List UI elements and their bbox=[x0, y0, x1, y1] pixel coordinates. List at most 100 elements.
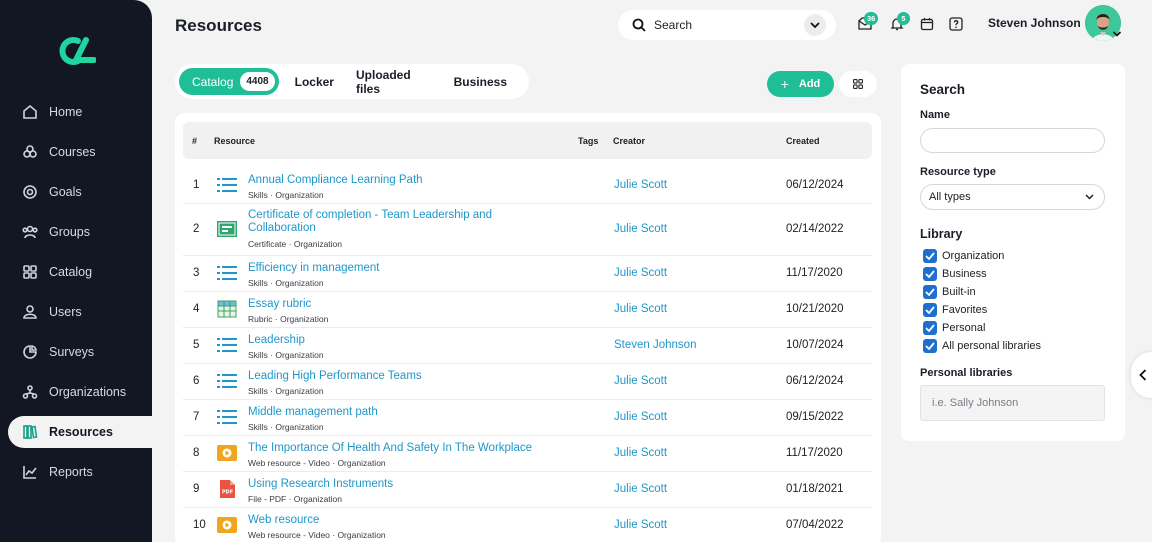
creator-link[interactable]: Julie Scott bbox=[614, 375, 667, 387]
name-field[interactable] bbox=[920, 128, 1105, 153]
checkbox-checked-icon[interactable] bbox=[923, 267, 937, 281]
sidebar-item-catalog[interactable]: Catalog bbox=[8, 256, 152, 288]
creator-link[interactable]: Julie Scott bbox=[614, 223, 667, 235]
resource-title-link[interactable]: The Importance Of Health And Safety In T… bbox=[248, 442, 538, 455]
checkbox-checked-icon[interactable] bbox=[923, 249, 937, 263]
help-icon[interactable] bbox=[948, 16, 964, 32]
row-number: 2 bbox=[193, 223, 200, 235]
sidebar-item-organizations[interactable]: Organizations bbox=[8, 376, 152, 408]
resource-title-link[interactable]: Middle management path bbox=[248, 406, 538, 419]
library-checkbox[interactable]: Built-in bbox=[923, 285, 976, 299]
resource-title-link[interactable]: Leading High Performance Teams bbox=[248, 370, 538, 383]
home-icon bbox=[23, 104, 37, 119]
library-checkbox[interactable]: All personal libraries bbox=[923, 339, 1041, 353]
reports-icon bbox=[23, 466, 37, 479]
tab-catalog[interactable]: Catalog 4408 bbox=[179, 68, 279, 95]
resource-meta: Skills · Organization bbox=[248, 386, 324, 396]
list-icon bbox=[216, 336, 238, 354]
table-row[interactable]: 10 Web resource Web resource - Video · Org… bbox=[183, 508, 872, 542]
row-number: 1 bbox=[193, 179, 200, 191]
resource-title-link[interactable]: Essay rubric bbox=[248, 298, 538, 311]
resource-title-link[interactable]: Leadership bbox=[248, 334, 538, 347]
resource-type-select[interactable]: All types bbox=[920, 184, 1105, 210]
certificate-icon bbox=[216, 220, 238, 238]
creator-link[interactable]: Julie Scott bbox=[614, 483, 667, 495]
sidebar-item-goals[interactable]: Goals bbox=[8, 176, 152, 208]
checkbox-checked-icon[interactable] bbox=[923, 303, 937, 317]
chevron-down-icon[interactable] bbox=[804, 14, 826, 36]
creator-link[interactable]: Julie Scott bbox=[614, 267, 667, 279]
sidebar-item-courses[interactable]: Courses bbox=[8, 136, 152, 168]
user-name[interactable]: Steven Johnson bbox=[988, 16, 1081, 30]
row-number: 7 bbox=[193, 411, 200, 423]
column-header-resource[interactable]: Resource bbox=[214, 136, 255, 146]
add-button-label: Add bbox=[798, 78, 821, 90]
table-row[interactable]: 2 Certificate of completion - Team Leader… bbox=[183, 204, 872, 256]
sidebar-item-users[interactable]: Users bbox=[8, 296, 152, 328]
library-checkbox[interactable]: Organization bbox=[923, 249, 1004, 263]
column-header-created[interactable]: Created bbox=[786, 136, 820, 146]
plus-icon: + bbox=[780, 76, 789, 92]
add-button[interactable]: + Add bbox=[767, 71, 834, 97]
resource-meta: Skills · Organization bbox=[248, 422, 324, 432]
column-header-tags[interactable]: Tags bbox=[578, 136, 598, 146]
grid-view-button[interactable] bbox=[839, 71, 877, 97]
library-checkbox-label: Business bbox=[942, 268, 987, 280]
resources-icon bbox=[23, 425, 38, 439]
sidebar-item-groups[interactable]: Groups bbox=[8, 216, 152, 248]
library-checkbox[interactable]: Favorites bbox=[923, 303, 987, 317]
creator-link[interactable]: Julie Scott bbox=[614, 411, 667, 423]
personal-libraries-input[interactable]: i.e. Sally Johnson bbox=[920, 385, 1105, 421]
filter-heading: Search bbox=[920, 82, 966, 97]
checkbox-checked-icon[interactable] bbox=[923, 285, 937, 299]
chevron-down-icon[interactable] bbox=[1112, 30, 1122, 38]
column-header-creator[interactable]: Creator bbox=[613, 136, 645, 146]
sidebar-item-label: Surveys bbox=[49, 345, 95, 359]
creator-link[interactable]: Julie Scott bbox=[614, 303, 667, 315]
creator-link[interactable]: Julie Scott bbox=[614, 179, 667, 191]
library-checkbox-label: All personal libraries bbox=[942, 340, 1042, 352]
chevron-left-icon bbox=[1139, 369, 1147, 381]
sidebar-item-label: Resources bbox=[49, 425, 113, 439]
rubric-icon bbox=[216, 300, 238, 318]
table-row[interactable]: 6 Leading High Performance Teams Skills · … bbox=[183, 364, 872, 400]
table-row[interactable]: 5 Leadership Skills · Organization Steven J… bbox=[183, 328, 872, 364]
checkbox-checked-icon[interactable] bbox=[923, 321, 937, 335]
table-row[interactable]: 3 Efficiency in management Skills · Organi… bbox=[183, 256, 872, 292]
tab-locker[interactable]: Locker bbox=[295, 75, 334, 89]
resource-title-link[interactable]: Using Research Instruments bbox=[248, 478, 538, 491]
table-row[interactable]: 7 Middle management path Skills · Organiza… bbox=[183, 400, 872, 436]
resource-title-link[interactable]: Web resource bbox=[248, 514, 538, 527]
tab-uploaded-files[interactable]: Uploaded files bbox=[356, 68, 432, 96]
sidebar-item-reports[interactable]: Reports bbox=[8, 456, 152, 488]
library-checkbox[interactable]: Business bbox=[923, 267, 987, 281]
table-row[interactable]: 1 Annual Compliance Learning Path Skills ·… bbox=[183, 168, 872, 204]
sidebar-item-resources[interactable]: Resources bbox=[8, 416, 152, 448]
resource-title-link[interactable]: Efficiency in management bbox=[248, 262, 538, 275]
resource-title-link[interactable]: Certificate of completion - Team Leaders… bbox=[248, 209, 528, 235]
sidebar-item-home[interactable]: Home bbox=[8, 96, 152, 128]
table-row[interactable]: 8 The Importance Of Health And Safety In … bbox=[183, 436, 872, 472]
chevron-down-icon bbox=[1085, 194, 1094, 200]
creator-link[interactable]: Julie Scott bbox=[614, 519, 667, 531]
table-row[interactable]: 9 PDF Using Research Instruments File - PDF… bbox=[183, 472, 872, 508]
checkbox-checked-icon[interactable] bbox=[923, 339, 937, 353]
panel-collapse-handle[interactable] bbox=[1131, 352, 1152, 398]
library-checkbox[interactable]: Personal bbox=[923, 321, 985, 335]
calendar-icon[interactable] bbox=[919, 16, 935, 32]
video-icon bbox=[216, 444, 238, 462]
tab-count-badge: 4408 bbox=[240, 72, 275, 91]
sidebar-item-surveys[interactable]: Surveys bbox=[8, 336, 152, 368]
creator-link[interactable]: Steven Johnson bbox=[614, 339, 696, 351]
created-date: 02/14/2022 bbox=[786, 223, 844, 235]
creator-link[interactable]: Julie Scott bbox=[614, 447, 667, 459]
library-checkbox-label: Favorites bbox=[942, 304, 988, 316]
tab-business[interactable]: Business bbox=[454, 75, 507, 89]
row-number: 6 bbox=[193, 375, 200, 387]
column-header-num[interactable]: # bbox=[192, 136, 197, 146]
table-row[interactable]: 4 Essay rubric Rubric · Organization Julie … bbox=[183, 292, 872, 328]
sidebar-item-label: Groups bbox=[49, 225, 90, 239]
app-logo[interactable] bbox=[56, 36, 96, 66]
resource-title-link[interactable]: Annual Compliance Learning Path bbox=[248, 174, 538, 187]
global-search[interactable]: Search bbox=[618, 10, 836, 40]
